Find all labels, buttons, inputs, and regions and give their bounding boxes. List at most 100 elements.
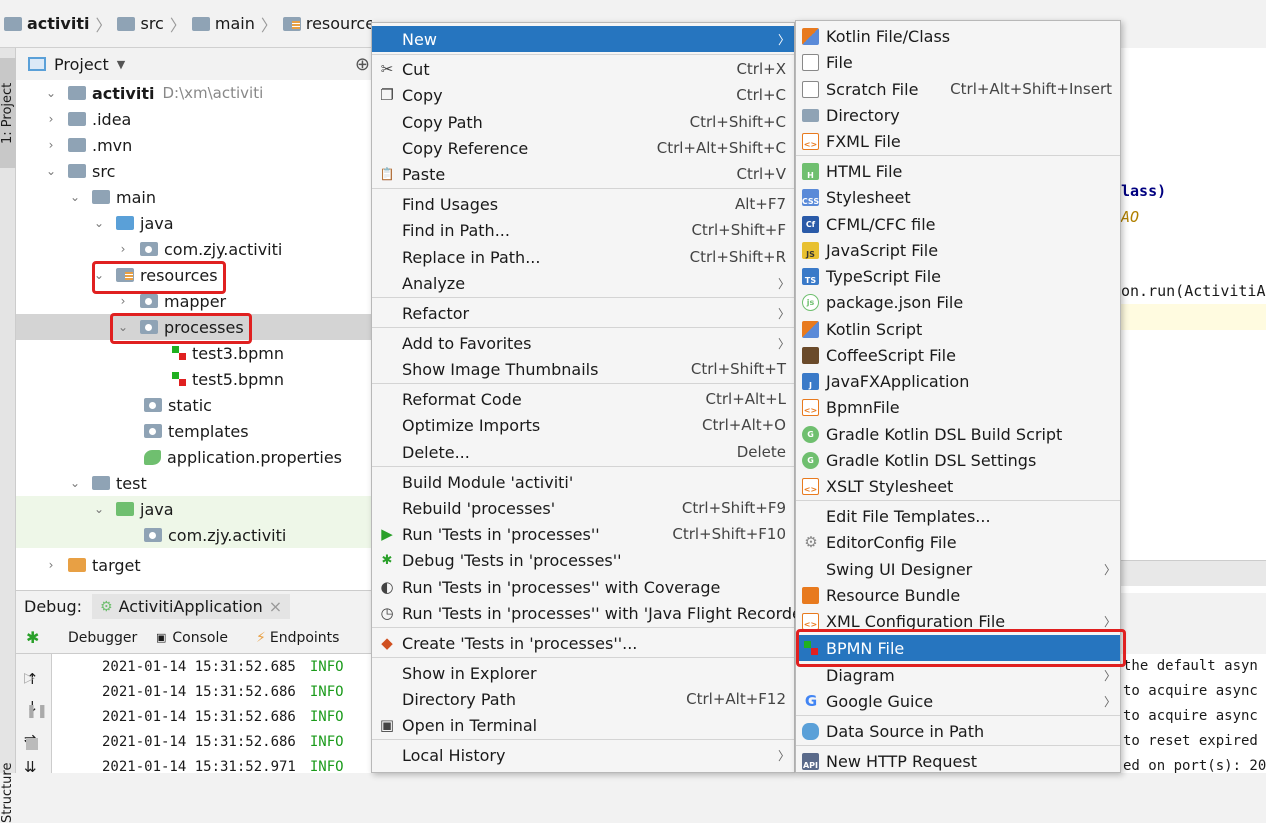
tree-node-activiti[interactable]: ⌄ activiti D:\xm\activiti: [16, 80, 372, 106]
new-kotlin-file[interactable]: Kotlin File/Class: [796, 23, 1120, 49]
new-diagram[interactable]: Diagram 〉: [796, 662, 1120, 688]
pause-icon[interactable]: ❚❚: [26, 704, 48, 719]
structure-tool-tab[interactable]: Structure: [0, 748, 16, 823]
tree-node-test[interactable]: ⌄ test: [16, 470, 372, 496]
tree-node-target[interactable]: › target: [16, 552, 372, 578]
menu-item-show-in-explorer[interactable]: Show in Explorer: [372, 660, 794, 686]
menu-item-find-usages[interactable]: Find Usages Alt+F7: [372, 191, 794, 217]
chevron-down-icon[interactable]: ⌄: [92, 502, 106, 516]
chevron-down-icon[interactable]: ⌄: [44, 164, 58, 178]
tree-node-application-properties[interactable]: application.properties: [16, 444, 372, 470]
new-data-source-in-path[interactable]: Data Source in Path: [796, 718, 1120, 744]
menu-item-cut[interactable]: ✂ Cut Ctrl+X: [372, 56, 794, 82]
chevron-down-icon[interactable]: ⌄: [68, 190, 82, 204]
edit-file-templates[interactable]: Edit File Templates...: [796, 503, 1120, 529]
menu-item-directory-path[interactable]: Directory Path Ctrl+Alt+F12: [372, 686, 794, 712]
code-editor[interactable]: lass) AO on.run(ActivitiA: [1121, 48, 1266, 593]
menu-item-rebuild[interactable]: Rebuild 'processes' Ctrl+Shift+F9: [372, 495, 794, 521]
new-editorconfig-file[interactable]: ⚙ EditorConfig File: [796, 529, 1120, 555]
menu-item-create-tests[interactable]: ◆ Create 'Tests in 'processes''...: [372, 630, 794, 656]
menu-item-debug-tests[interactable]: ✱ Debug 'Tests in 'processes'': [372, 547, 794, 573]
menu-item-local-history[interactable]: Local History 〉: [372, 742, 794, 768]
new-google-guice[interactable]: G Google Guice 〉: [796, 688, 1120, 714]
tree-node-static[interactable]: static: [16, 392, 372, 418]
new-http-request[interactable]: API New HTTP Request: [796, 748, 1120, 774]
tab-debugger[interactable]: Debugger: [68, 630, 137, 646]
new-package-json[interactable]: js package.json File: [796, 289, 1120, 315]
new-fxml-file[interactable]: <> FXML File: [796, 128, 1120, 154]
new-javafx-application[interactable]: J JavaFXApplication: [796, 368, 1120, 394]
new-javascript-file[interactable]: JS JavaScript File: [796, 237, 1120, 263]
menu-item-run-with-coverage[interactable]: ◐ Run 'Tests in 'processes'' with Coverag…: [372, 574, 794, 600]
new-coffeescript-file[interactable]: CoffeeScript File: [796, 342, 1120, 368]
menu-item-show-image-thumbnails[interactable]: Show Image Thumbnails Ctrl+Shift+T: [372, 356, 794, 382]
resume-icon[interactable]: ▷: [24, 670, 35, 686]
tree-node-package[interactable]: › com.zjy.activiti: [16, 236, 372, 262]
menu-item-build-module[interactable]: Build Module 'activiti': [372, 469, 794, 495]
chevron-down-icon[interactable]: ▼: [117, 58, 125, 71]
tree-node-mvn[interactable]: › .mvn: [16, 132, 372, 158]
log-line: 2021-01-14 15:31:52.971 INFO: [102, 758, 344, 775]
chevron-right-icon[interactable]: ›: [116, 294, 130, 308]
chevron-down-icon[interactable]: ⌄: [68, 476, 82, 490]
menu-item-copy[interactable]: ❐ Copy Ctrl+C: [372, 82, 794, 108]
new-gradle-build-script[interactable]: G Gradle Kotlin DSL Build Script: [796, 421, 1120, 447]
tree-node-templates[interactable]: templates: [16, 418, 372, 444]
tree-node-idea[interactable]: › .idea: [16, 106, 372, 132]
debug-session-tab[interactable]: ⚙ ActivitiApplication ×: [92, 594, 291, 619]
breadcrumb-activiti[interactable]: activiti: [4, 14, 89, 33]
tab-console[interactable]: ▣ Console: [156, 630, 228, 646]
menu-item-analyze[interactable]: Analyze 〉: [372, 270, 794, 296]
menu-item-refactor[interactable]: Refactor 〉: [372, 300, 794, 326]
tree-node-test-java[interactable]: ⌄ java: [16, 496, 372, 522]
tree-node-test5-bpmn[interactable]: test5.bpmn: [16, 366, 372, 392]
project-tool-tab[interactable]: 1: Project: [0, 58, 16, 168]
chevron-right-icon[interactable]: ›: [44, 138, 58, 152]
crosshair-icon[interactable]: ⊕: [355, 54, 370, 75]
menu-item-copy-path[interactable]: Copy Path Ctrl+Shift+C: [372, 109, 794, 135]
tree-node-test-package[interactable]: com.zjy.activiti: [16, 522, 372, 548]
tree-node-main[interactable]: ⌄ main: [16, 184, 372, 210]
menu-item-replace-in-path[interactable]: Replace in Path... Ctrl+Shift+R: [372, 244, 794, 270]
chevron-right-icon[interactable]: ›: [116, 242, 130, 256]
menu-item-optimize-imports[interactable]: Optimize Imports Ctrl+Alt+O: [372, 412, 794, 438]
new-scratch-file[interactable]: Scratch File Ctrl+Alt+Shift+Insert: [796, 76, 1120, 102]
new-file[interactable]: File: [796, 49, 1120, 75]
project-view-selector[interactable]: Project: [54, 55, 109, 74]
menu-item-reformat-code[interactable]: Reformat Code Ctrl+Alt+L: [372, 386, 794, 412]
close-icon[interactable]: ×: [269, 597, 282, 616]
new-html-file[interactable]: H HTML File: [796, 158, 1120, 184]
new-swing-ui-designer[interactable]: Swing UI Designer 〉: [796, 556, 1120, 582]
debug-bug-icon[interactable]: ✱: [26, 628, 39, 647]
menu-item-add-to-favorites[interactable]: Add to Favorites 〉: [372, 330, 794, 356]
menu-item-run-with-jfr[interactable]: ◷ Run 'Tests in 'processes'' with 'Java F…: [372, 600, 812, 626]
menu-item-find-in-path[interactable]: Find in Path... Ctrl+Shift+F: [372, 217, 794, 243]
tab-endpoints[interactable]: ⚡ Endpoints: [256, 630, 339, 646]
new-resource-bundle[interactable]: Resource Bundle: [796, 582, 1120, 608]
chevron-right-icon[interactable]: ›: [44, 112, 58, 126]
new-typescript-file[interactable]: TS TypeScript File: [796, 263, 1120, 289]
menu-item-open-in-terminal[interactable]: ▣ Open in Terminal: [372, 712, 794, 738]
chevron-right-icon[interactable]: ›: [44, 558, 58, 572]
new-bpmnfile[interactable]: <> BpmnFile: [796, 394, 1120, 420]
breadcrumb-main[interactable]: main: [191, 14, 255, 33]
breadcrumb-src[interactable]: src: [117, 14, 164, 33]
tree-node-src[interactable]: ⌄ src: [16, 158, 372, 184]
menu-item-copy-reference[interactable]: Copy Reference Ctrl+Alt+Shift+C: [372, 135, 794, 161]
tree-node-java[interactable]: ⌄ java: [16, 210, 372, 236]
breadcrumb-resources[interactable]: resources: [282, 14, 372, 33]
menu-item-delete[interactable]: Delete... Delete: [372, 439, 794, 465]
scroll-end-icon[interactable]: ⇊: [24, 758, 37, 776]
new-directory[interactable]: Directory: [796, 102, 1120, 128]
chevron-down-icon[interactable]: ⌄: [92, 216, 106, 230]
new-gradle-settings[interactable]: G Gradle Kotlin DSL Settings: [796, 447, 1120, 473]
stop-icon[interactable]: [26, 738, 38, 750]
new-xslt-stylesheet[interactable]: <> XSLT Stylesheet: [796, 473, 1120, 499]
menu-item-paste[interactable]: 📋 Paste Ctrl+V: [372, 161, 794, 187]
chevron-down-icon[interactable]: ⌄: [44, 86, 58, 100]
menu-item-run-tests[interactable]: ▶ Run 'Tests in 'processes'' Ctrl+Shift+F1…: [372, 521, 794, 547]
menu-item-new[interactable]: New 〉: [372, 26, 794, 52]
new-cfml-file[interactable]: Cf CFML/CFC file: [796, 211, 1120, 237]
new-kotlin-script[interactable]: Kotlin Script: [796, 316, 1120, 342]
new-stylesheet[interactable]: CSS Stylesheet: [796, 184, 1120, 210]
